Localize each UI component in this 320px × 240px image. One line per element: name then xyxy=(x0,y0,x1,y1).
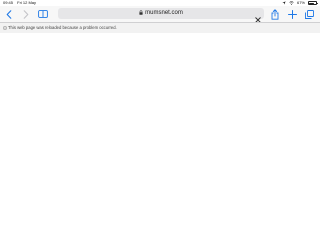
wifi-icon xyxy=(289,1,294,5)
status-date: Fri 12 May xyxy=(17,0,37,5)
new-tab-icon xyxy=(287,9,297,19)
sidebar-button[interactable] xyxy=(37,6,49,22)
battery-icon xyxy=(308,1,318,5)
info-icon xyxy=(3,25,7,30)
url-text: mumsnet.com xyxy=(145,10,183,16)
back-button[interactable] xyxy=(3,6,15,22)
forward-button[interactable] xyxy=(20,6,32,22)
sidebar-icon xyxy=(38,10,48,18)
back-icon xyxy=(6,9,12,19)
reload-notice-text: This web page was reloaded because a pro… xyxy=(8,24,117,30)
tabs-overview-button[interactable] xyxy=(303,6,315,22)
web-page-content[interactable] xyxy=(0,33,320,240)
lock-icon xyxy=(139,9,143,15)
reload-notice-banner: This web page was reloaded because a pro… xyxy=(0,22,320,34)
address-bar[interactable]: mumsnet.com xyxy=(58,8,264,23)
browser-toolbar: mumsnet.com xyxy=(0,6,320,25)
share-icon xyxy=(271,8,279,20)
tabs-icon xyxy=(304,9,314,19)
forward-icon xyxy=(23,9,29,19)
status-time: 09:45 xyxy=(3,0,14,5)
location-icon xyxy=(282,1,286,5)
share-button[interactable] xyxy=(269,6,281,22)
battery-fill xyxy=(309,2,315,4)
new-tab-button[interactable] xyxy=(286,6,298,22)
url-display[interactable]: mumsnet.com xyxy=(58,8,264,19)
